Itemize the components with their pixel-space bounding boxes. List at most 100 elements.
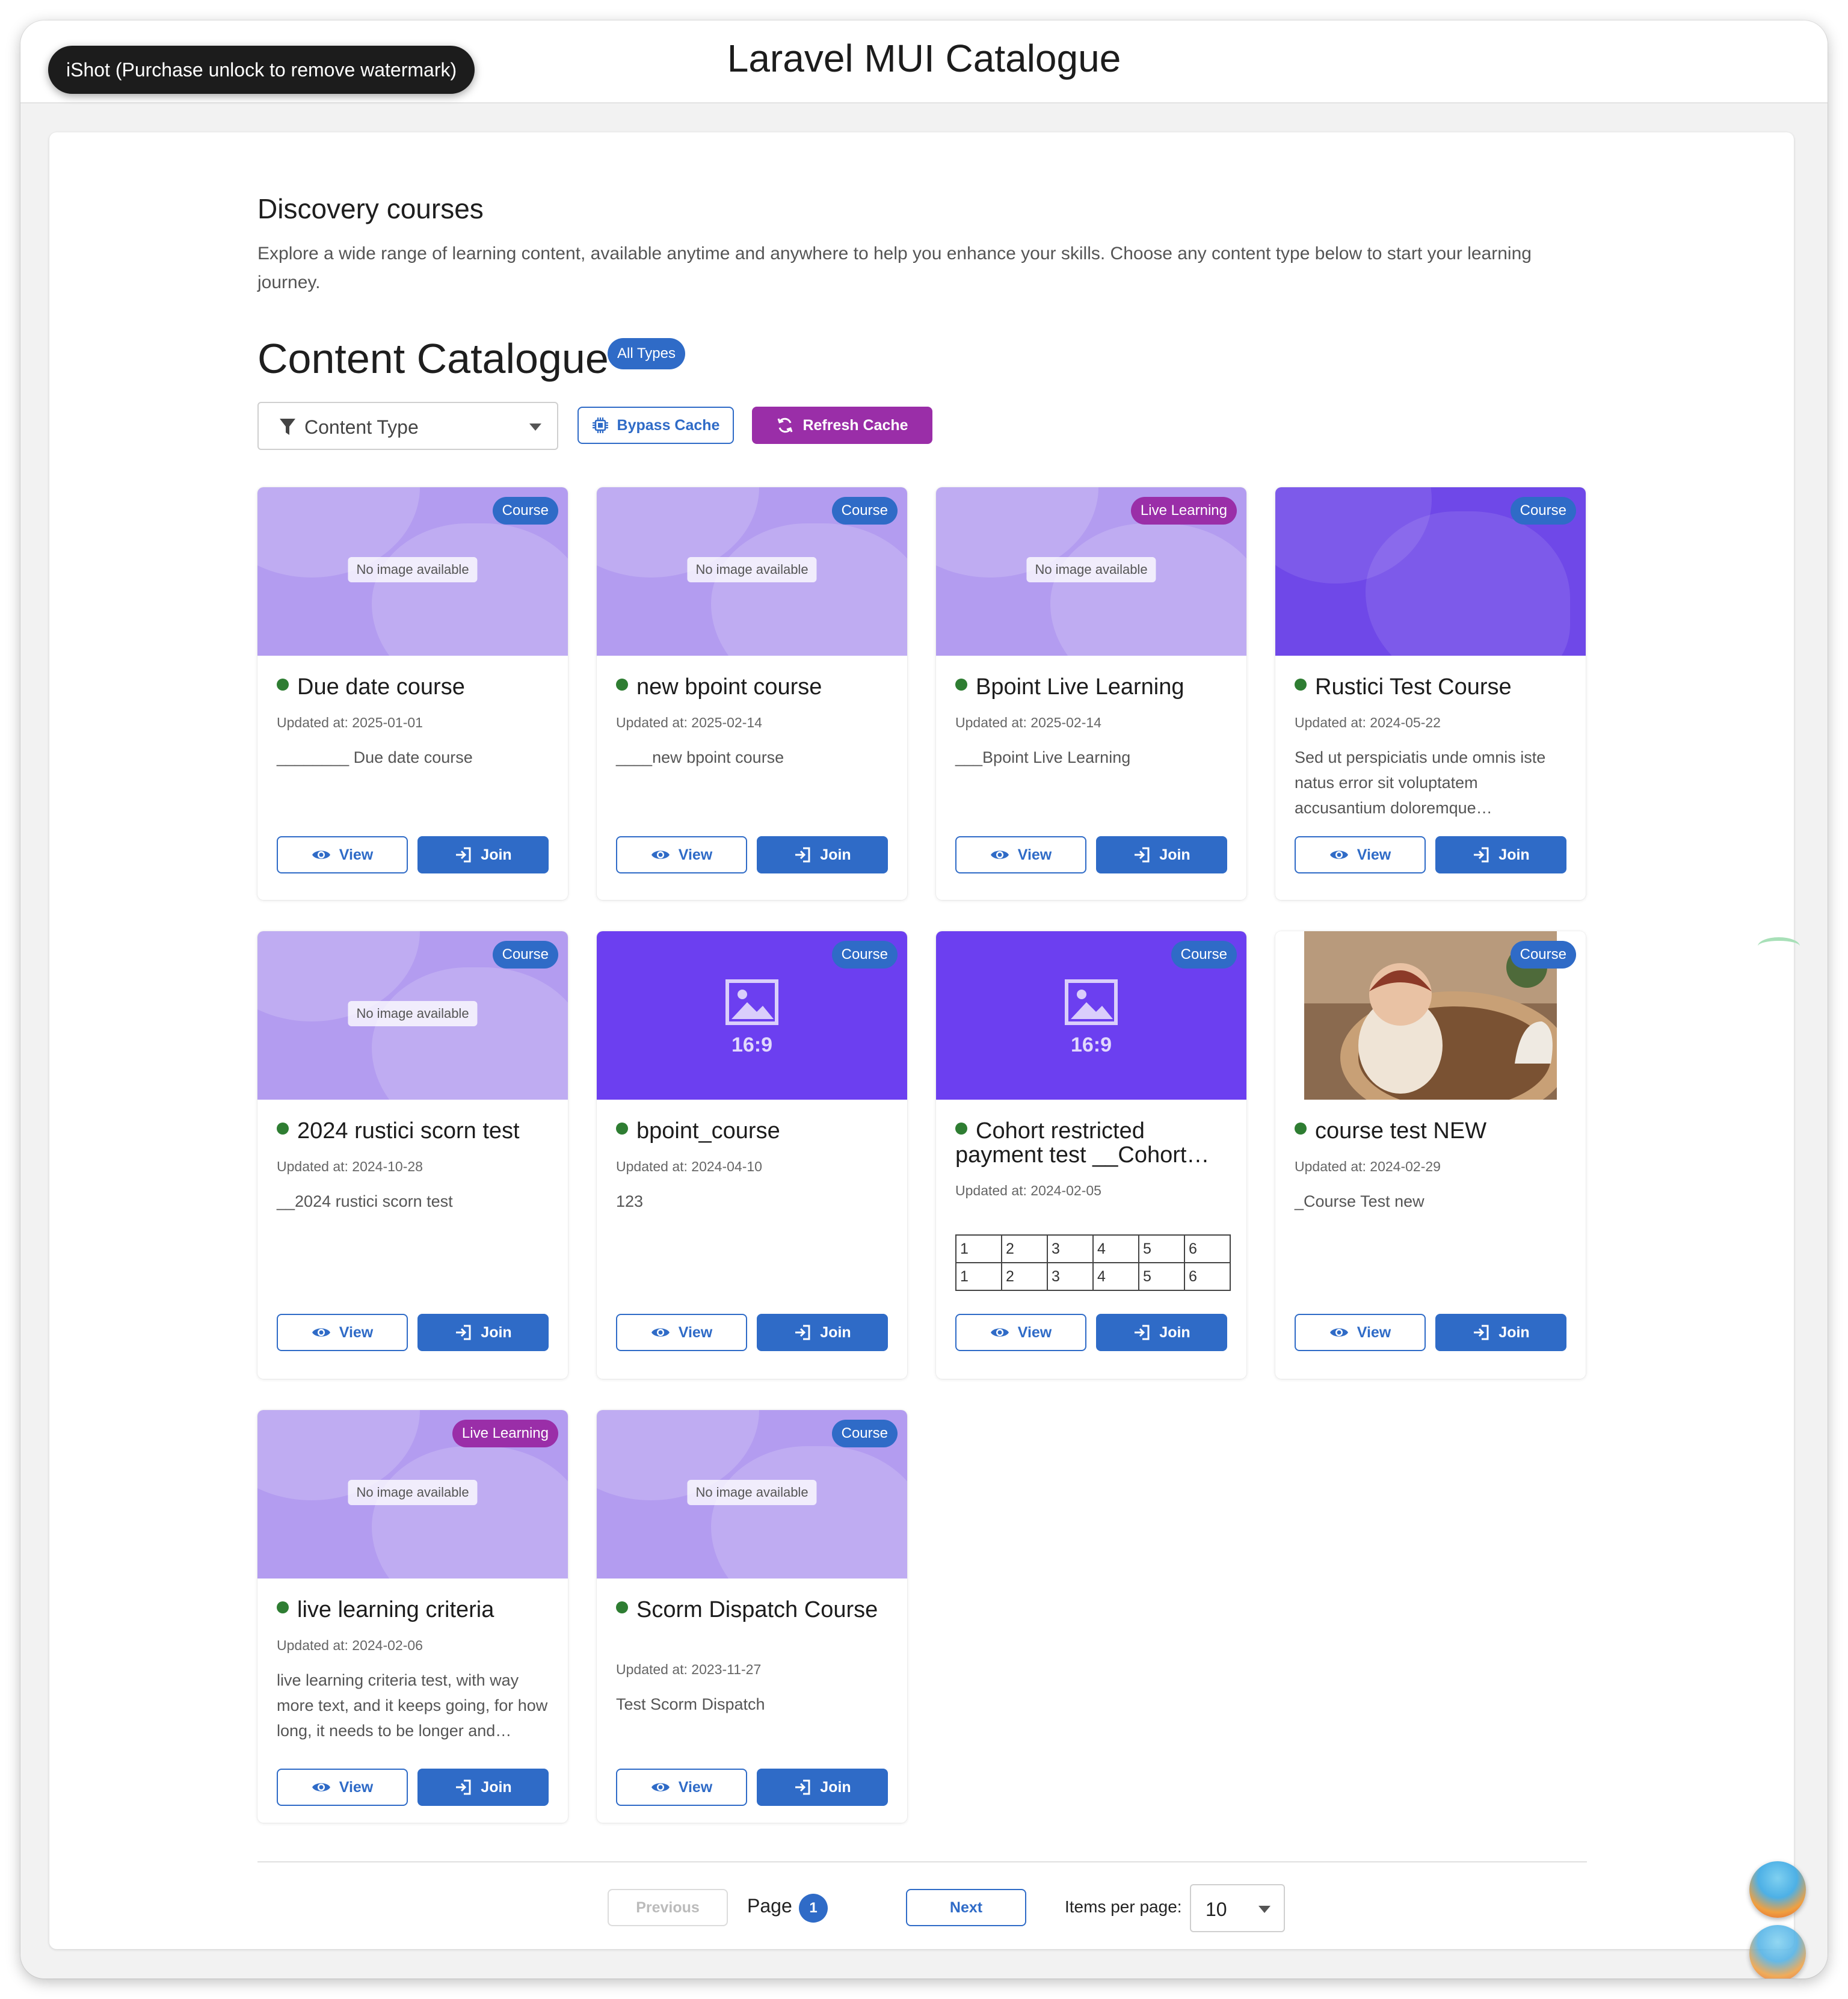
card-description: __2024 rustici scorn test <box>277 1192 453 1210</box>
current-page-badge: 1 <box>799 1894 828 1923</box>
join-button[interactable]: Join <box>757 1314 888 1351</box>
content-type-select[interactable]: Content Type <box>257 402 558 450</box>
no-image-label: No image available <box>1026 557 1156 582</box>
course-card: No image available Live Learning Bpoint … <box>936 487 1246 900</box>
floating-assistant-avatar[interactable] <box>1749 1861 1806 1918</box>
discovery-description: Explore a wide range of learning content… <box>257 244 1532 292</box>
aspect-ratio-label: 16:9 <box>731 1033 773 1056</box>
content-type-badge: Course <box>492 497 558 525</box>
card-updated: Updated at: 2024-04-10 <box>616 1159 762 1174</box>
join-button[interactable]: Join <box>417 1314 549 1351</box>
app-bar: Laravel MUI Catalogue iShot (Purchase un… <box>20 20 1828 103</box>
view-button[interactable]: View <box>955 1314 1086 1351</box>
status-dot <box>1295 1123 1307 1135</box>
eye-icon <box>651 1328 670 1337</box>
login-arrow-icon <box>1474 847 1489 863</box>
view-button[interactable]: View <box>616 1769 747 1806</box>
card-media: No image available Live Learning <box>936 487 1246 656</box>
join-button[interactable]: Join <box>417 836 549 873</box>
card-media: No image available Course <box>257 931 568 1100</box>
refresh-cache-label: Refresh Cache <box>802 416 908 434</box>
card-title[interactable]: Rustici Test Course <box>1295 675 1571 699</box>
course-card: No image available Course 2024 rustici s… <box>257 931 568 1379</box>
view-button[interactable]: View <box>616 1314 747 1351</box>
card-description: Sed ut perspiciatis unde omnis iste natu… <box>1295 748 1546 817</box>
login-arrow-icon <box>1474 1325 1489 1340</box>
refresh-icon <box>778 417 793 433</box>
course-card: Course Rustici Test Course Updated at: 2… <box>1275 487 1586 900</box>
card-title[interactable]: Scorm Dispatch Course <box>616 1598 893 1622</box>
card-description: Test Scorm Dispatch <box>616 1695 765 1713</box>
card-title[interactable]: Due date course <box>277 675 553 699</box>
card-description: live learning criteria test, with way mo… <box>277 1671 548 1740</box>
page-label: Page <box>747 1895 792 1917</box>
card-title[interactable]: 2024 rustici scorn test <box>277 1119 553 1143</box>
view-button[interactable]: View <box>1295 836 1426 873</box>
card-title[interactable]: Cohort restricted payment test __Cohort… <box>955 1119 1232 1167</box>
watermark-badge: iShot (Purchase unlock to remove waterma… <box>48 46 475 94</box>
status-dot <box>616 1601 628 1613</box>
card-description: ___Bpoint Live Learning <box>955 748 1131 766</box>
view-button[interactable]: View <box>277 1314 408 1351</box>
card-updated: Updated at: 2024-02-29 <box>1295 1159 1441 1174</box>
login-arrow-icon <box>1135 847 1150 863</box>
status-dot <box>277 1123 289 1135</box>
floating-widget-edge <box>1758 937 1800 955</box>
view-button[interactable]: View <box>616 836 747 873</box>
next-page-button[interactable]: Next <box>906 1889 1026 1926</box>
join-button[interactable]: Join <box>1096 836 1227 873</box>
card-media: No image available Live Learning <box>257 1410 568 1579</box>
status-dot <box>955 679 967 691</box>
refresh-cache-button[interactable]: Refresh Cache <box>752 407 932 444</box>
join-button[interactable]: Join <box>757 1769 888 1806</box>
card-title[interactable]: new bpoint course <box>616 675 893 699</box>
chevron-down-icon <box>1258 1906 1270 1913</box>
join-button[interactable]: Join <box>1435 836 1566 873</box>
content-type-badge: Live Learning <box>452 1420 558 1447</box>
content-type-badge: Course <box>831 1420 898 1447</box>
no-image-label: No image available <box>687 1480 817 1505</box>
description-table: 123 456 123 456 <box>955 1234 1231 1291</box>
status-dot <box>616 679 628 691</box>
card-updated: Updated at: 2024-10-28 <box>277 1159 423 1174</box>
join-button[interactable]: Join <box>1435 1314 1566 1351</box>
main-panel: Discovery courses Explore a wide range o… <box>49 132 1794 1949</box>
view-button[interactable]: View <box>1295 1314 1426 1351</box>
items-per-page-select[interactable]: 10 <box>1190 1884 1285 1932</box>
view-button[interactable]: View <box>277 836 408 873</box>
view-button[interactable]: View <box>277 1769 408 1806</box>
course-card: No image available Course Scorm Dispatch… <box>597 1410 907 1823</box>
bypass-cache-button[interactable]: Bypass Cache <box>578 407 734 444</box>
content-type-badge: Course <box>831 941 898 969</box>
card-updated: Updated at: 2024-02-05 <box>955 1183 1101 1198</box>
floating-assistant-avatar[interactable] <box>1749 1925 1806 1979</box>
card-title[interactable]: Bpoint Live Learning <box>955 675 1232 699</box>
aspect-ratio-label: 16:9 <box>1070 1033 1112 1056</box>
discovery-title: Discovery courses <box>257 193 484 224</box>
catalogue-title: Content Catalogue <box>257 335 609 382</box>
card-media: 16:9 Course <box>597 931 907 1100</box>
join-button[interactable]: Join <box>757 836 888 873</box>
card-updated: Updated at: 2023-11-27 <box>616 1662 762 1677</box>
login-arrow-icon <box>1135 1325 1150 1340</box>
content-type-badge: Live Learning <box>1130 497 1237 525</box>
card-title[interactable]: course test NEW <box>1295 1119 1571 1143</box>
card-title[interactable]: live learning criteria <box>277 1598 553 1622</box>
join-button[interactable]: Join <box>1096 1314 1227 1351</box>
eye-icon <box>651 851 670 859</box>
previous-page-button[interactable]: Previous <box>608 1889 728 1926</box>
join-button[interactable]: Join <box>417 1769 549 1806</box>
status-dot <box>955 1123 967 1135</box>
image-icon <box>725 979 778 1025</box>
eye-icon <box>990 851 1009 859</box>
view-button[interactable]: View <box>955 836 1086 873</box>
card-updated: Updated at: 2024-05-22 <box>1295 715 1441 730</box>
card-media: No image available Course <box>597 1410 907 1579</box>
login-arrow-icon <box>456 847 471 863</box>
status-dot <box>616 1123 628 1135</box>
card-title[interactable]: bpoint_course <box>616 1119 893 1143</box>
items-per-page-value: 10 <box>1206 1899 1227 1920</box>
eye-icon <box>1329 1328 1348 1337</box>
login-arrow-icon <box>456 1779 471 1795</box>
course-card: No image available Course Due date cours… <box>257 487 568 900</box>
